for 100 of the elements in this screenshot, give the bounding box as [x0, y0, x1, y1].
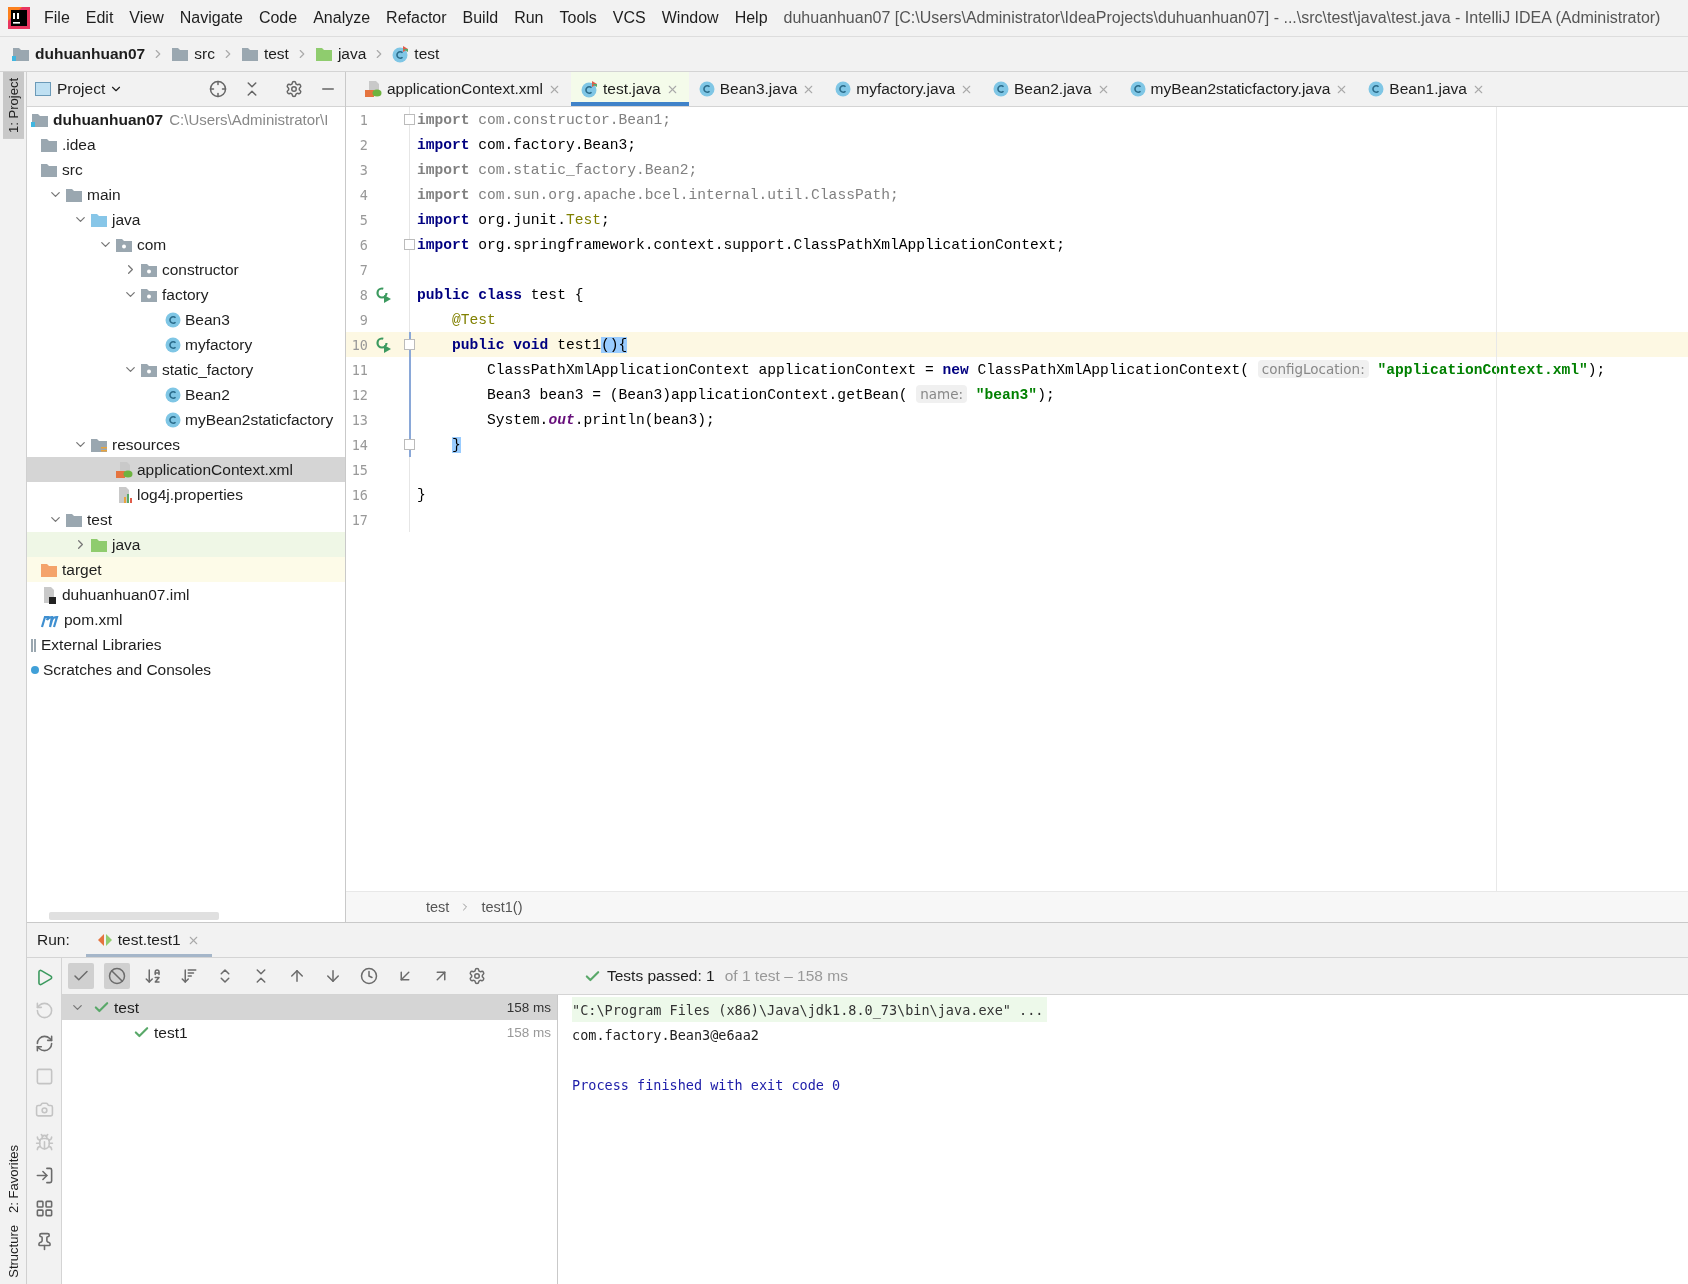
ban-icon[interactable]	[104, 963, 130, 989]
code-line: public class test {	[416, 286, 584, 303]
line-number: 13	[350, 411, 368, 428]
test-class-icon	[580, 80, 598, 98]
package-icon	[115, 236, 133, 253]
tree-item[interactable]: External Libraries	[41, 635, 162, 654]
menu-item[interactable]: Code	[250, 9, 306, 27]
line-number: 1	[358, 111, 368, 128]
tree-item[interactable]: myBean2staticfactory	[185, 410, 334, 429]
tree-item[interactable]: duhuanhuan07	[53, 110, 164, 129]
breadcrumb-item[interactable]: java	[337, 45, 367, 63]
tree-item[interactable]: main	[87, 185, 121, 204]
menu-item[interactable]: Window	[653, 9, 727, 27]
line-number: 17	[350, 511, 368, 528]
module-folder-icon	[31, 111, 49, 128]
editor-tab[interactable]: Bean1.java	[1358, 72, 1495, 106]
tree-item[interactable]: duhuanhuan07.iml	[62, 585, 190, 604]
tree-item[interactable]: com	[137, 235, 167, 254]
editor-tab[interactable]: Bean2.java	[983, 72, 1120, 106]
console-line: Process finished with exit code 0	[572, 1075, 842, 1095]
tree-item[interactable]: Bean3	[185, 310, 230, 329]
class-icon	[165, 311, 181, 328]
menu-item[interactable]: File	[36, 9, 78, 27]
layout-icon[interactable]	[34, 1199, 54, 1218]
tree-item[interactable]: java	[112, 535, 141, 554]
editor-tab[interactable]: test.java	[570, 72, 689, 106]
menu-item[interactable]: Refactor	[378, 9, 455, 27]
folder-icon	[40, 161, 58, 178]
project-view-dropdown[interactable]: Project	[57, 80, 124, 98]
menu-item[interactable]: Edit	[77, 9, 122, 27]
tree-item[interactable]: resources	[112, 435, 181, 454]
tree-item[interactable]: Bean2	[185, 385, 230, 404]
breadcrumb-item[interactable]: src	[194, 45, 215, 63]
toggle-autotest-icon[interactable]	[34, 1034, 54, 1053]
line-number: 15	[350, 461, 368, 478]
menu-item[interactable]: Help	[726, 9, 776, 27]
code-line: import com.factory.Bean3;	[416, 136, 636, 153]
folder-icon	[90, 211, 108, 228]
tool-window-button[interactable]: Structure	[2, 1219, 24, 1284]
run-icon[interactable]	[376, 336, 392, 353]
scrollbar[interactable]	[49, 912, 219, 920]
breadcrumb-item[interactable]: duhuanhuan07	[35, 45, 146, 63]
tree-item[interactable]: Scratches and Consoles	[43, 660, 211, 679]
xml-file-icon	[364, 80, 382, 98]
breadcrumb-item[interactable]: test	[414, 45, 440, 63]
tree-item[interactable]: src	[62, 160, 83, 179]
fold-marker-icon[interactable]	[404, 339, 415, 350]
tree-item[interactable]: static_factory	[162, 360, 254, 379]
menu-item[interactable]: Tools	[551, 9, 605, 27]
login-icon[interactable]	[34, 1166, 54, 1185]
tree-item[interactable]: .idea	[62, 135, 96, 154]
class-icon	[698, 81, 715, 97]
line-number: 11	[350, 361, 368, 378]
code-line: }	[416, 486, 426, 503]
tree-item[interactable]: test	[87, 510, 112, 529]
line-number: 4	[358, 186, 368, 203]
class-icon	[835, 81, 852, 97]
check-icon[interactable]	[68, 963, 94, 989]
menu-item[interactable]: Build	[454, 9, 507, 27]
test-name[interactable]: test1	[154, 1023, 188, 1042]
line-number: 5	[358, 211, 368, 228]
test-class-icon	[392, 45, 410, 63]
locate-icon[interactable]	[209, 80, 227, 98]
console-line: com.factory.Bean3@e6aa2	[572, 1025, 760, 1045]
menu-item[interactable]: Run	[506, 9, 552, 27]
tree-item[interactable]: java	[112, 210, 141, 229]
line-number: 3	[358, 161, 368, 178]
tree-item[interactable]: pom.xml	[64, 610, 123, 629]
breadcrumb-item[interactable]: test1()	[481, 899, 523, 915]
settings-icon[interactable]	[285, 80, 303, 98]
test-name[interactable]: test	[114, 998, 139, 1017]
breadcrumb-item[interactable]: test	[263, 45, 289, 63]
run-tab[interactable]: test.test1	[85, 923, 212, 957]
code-line: import org.junit.Test;	[416, 211, 610, 228]
menu-item[interactable]: Analyze	[305, 9, 379, 27]
editor-tab[interactable]: applicationContext.xml	[354, 72, 571, 106]
tree-item[interactable]: factory	[162, 285, 209, 304]
tree-item[interactable]: target	[62, 560, 102, 579]
menu-item[interactable]: VCS	[604, 9, 654, 27]
tool-window-button[interactable]: 2: Favorites	[2, 1139, 24, 1220]
fold-marker-icon[interactable]	[404, 239, 415, 250]
line-number: 8	[358, 286, 368, 303]
code-line: Bean3 bean3 = (Bean3)applicationContext.getBean( name: "bean3");	[486, 386, 1055, 403]
menu-item[interactable]: View	[121, 9, 172, 27]
menu-item[interactable]: Navigate	[171, 9, 251, 27]
folder-icon	[240, 46, 259, 62]
resources-folder-icon	[90, 436, 108, 453]
editor-tab[interactable]: myBean2staticfactory.java	[1119, 72, 1359, 106]
breadcrumb-item[interactable]: test	[426, 899, 450, 915]
fold-marker-icon[interactable]	[404, 439, 415, 450]
editor-tab[interactable]: Bean3.java	[688, 72, 826, 106]
tree-item[interactable]: myfactory	[185, 335, 253, 354]
fold-marker-icon[interactable]	[404, 114, 415, 125]
code-line: ClassPathXmlApplicationContext applicationContext = new ClassPathXmlApplicationContext( configLocation: "applicationContext.xml");	[486, 361, 1606, 378]
tree-item[interactable]: log4j.properties	[137, 485, 243, 504]
run-icon[interactable]	[376, 286, 392, 303]
tree-item[interactable]: constructor	[162, 260, 239, 279]
editor-tab[interactable]: myfactory.java	[825, 72, 984, 106]
tool-window-button[interactable]: 1: Project	[2, 72, 24, 139]
line-number: 10	[350, 336, 368, 353]
